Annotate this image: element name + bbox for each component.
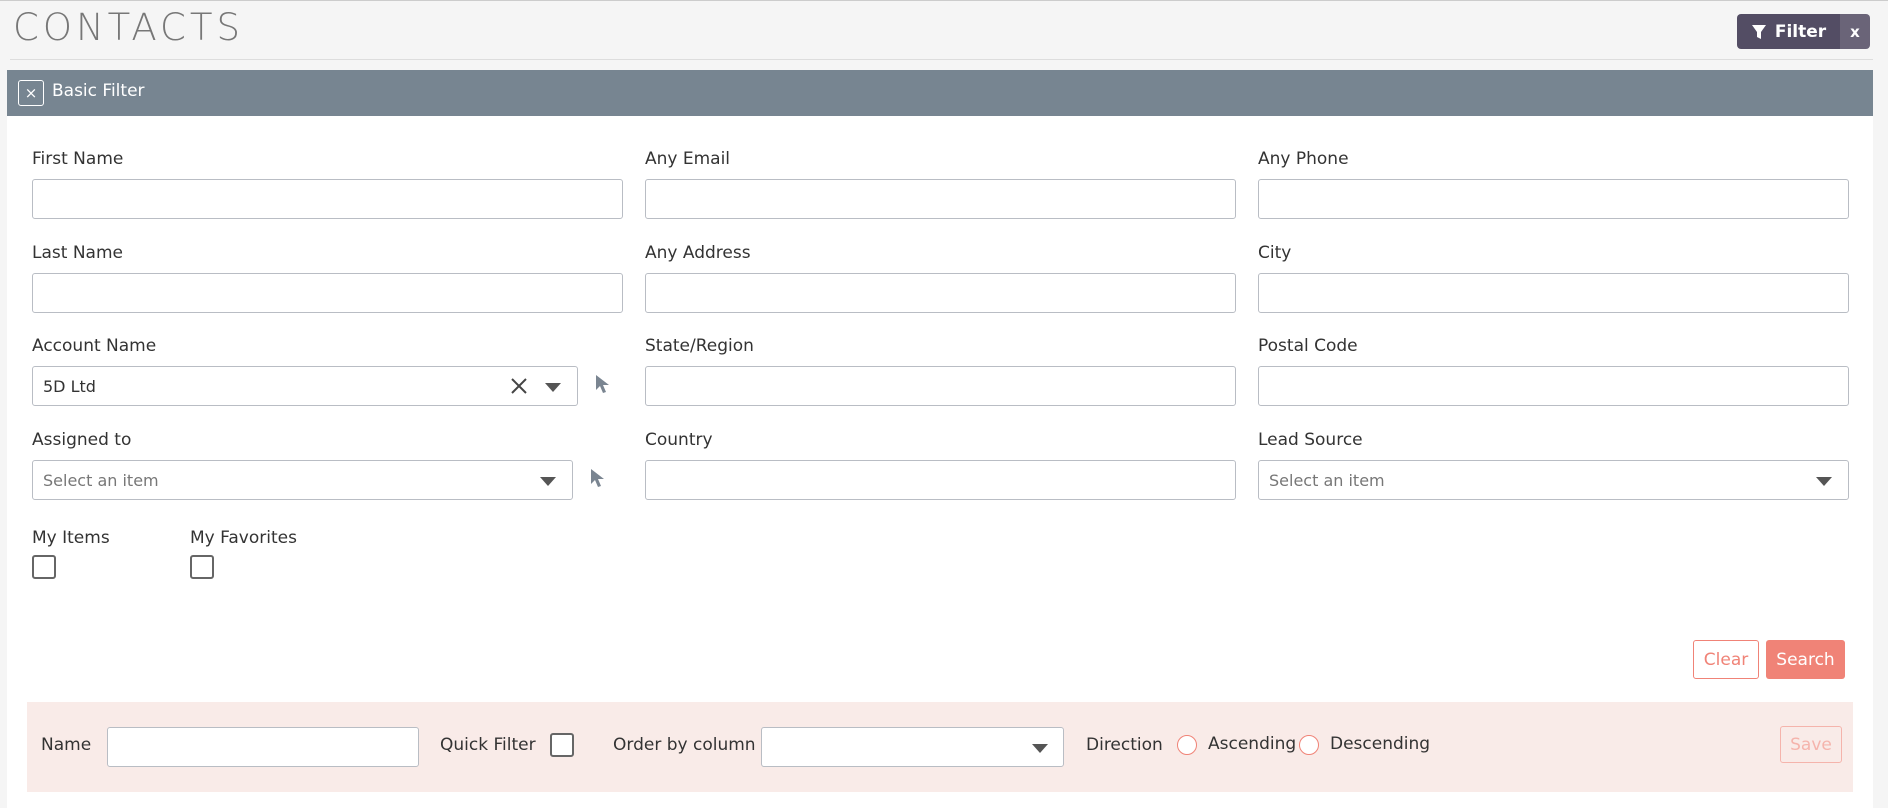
country-input[interactable] [645,460,1236,500]
panel-header: × Basic Filter [7,70,1873,116]
descending-radio[interactable] [1299,735,1319,755]
cursor-arrow-icon[interactable] [595,374,611,394]
filter-name-label: Name [41,735,92,755]
panel-close-button[interactable]: × [18,80,44,106]
city-label: City [1258,243,1292,263]
assigned-to-select[interactable]: Select an item [32,460,573,500]
city-input[interactable] [1258,273,1849,313]
panel-title: Basic Filter [52,81,145,101]
ascending-label: Ascending [1208,734,1297,754]
chevron-down-icon[interactable] [1032,744,1048,753]
assigned-to-label: Assigned to [32,430,132,450]
filter-button-label: Filter [1774,21,1827,42]
search-button[interactable]: Search [1766,640,1845,679]
first-name-label: First Name [32,149,124,169]
account-name-value: 5D Ltd [43,377,96,396]
lead-source-select[interactable]: Select an item [1258,460,1849,500]
page-title: CONTACTS [13,6,244,49]
ascending-radio[interactable] [1177,735,1197,755]
my-favorites-label: My Favorites [190,528,297,548]
filter-close-button[interactable]: x [1840,14,1870,49]
my-favorites-checkbox[interactable] [190,555,214,579]
assigned-to-placeholder: Select an item [43,471,159,490]
direction-label: Direction [1086,735,1163,755]
descending-label: Descending [1330,734,1431,754]
quick-filter-checkbox[interactable] [550,733,574,757]
cursor-arrow-icon[interactable] [590,468,606,488]
last-name-label: Last Name [32,243,123,263]
chevron-down-icon[interactable] [1816,477,1832,486]
postal-code-label: Postal Code [1258,336,1358,356]
my-items-checkbox[interactable] [32,555,56,579]
lead-source-label: Lead Source [1258,430,1363,450]
account-name-select[interactable]: 5D Ltd [32,366,578,406]
any-address-label: Any Address [645,243,751,263]
top-border [0,0,1888,1]
first-name-input[interactable] [32,179,623,219]
header-divider [10,59,1873,60]
any-email-label: Any Email [645,149,731,169]
save-filter-bar: Name Quick Filter Order by column Direct… [27,702,1853,792]
close-x-icon[interactable] [510,375,528,401]
any-address-input[interactable] [645,273,1236,313]
my-items-label: My Items [32,528,110,548]
country-label: Country [645,430,713,450]
lead-source-placeholder: Select an item [1269,471,1385,490]
filter-name-input[interactable] [107,727,419,767]
state-region-label: State/Region [645,336,754,356]
postal-code-input[interactable] [1258,366,1849,406]
any-phone-input[interactable] [1258,179,1849,219]
filter-button[interactable]: Filter [1737,14,1840,49]
order-by-select[interactable] [761,727,1064,767]
chevron-down-icon[interactable] [545,383,561,392]
chevron-down-icon[interactable] [540,477,556,486]
basic-filter-panel: × Basic Filter First Name Any Email Any … [7,70,1873,808]
funnel-icon [1751,24,1766,39]
save-filter-button[interactable]: Save [1780,726,1842,763]
order-by-label: Order by column [613,735,756,755]
account-name-label: Account Name [32,336,157,356]
any-phone-label: Any Phone [1258,149,1349,169]
any-email-input[interactable] [645,179,1236,219]
state-region-input[interactable] [645,366,1236,406]
clear-button[interactable]: Clear [1693,640,1759,679]
last-name-input[interactable] [32,273,623,313]
quick-filter-label: Quick Filter [440,735,536,755]
